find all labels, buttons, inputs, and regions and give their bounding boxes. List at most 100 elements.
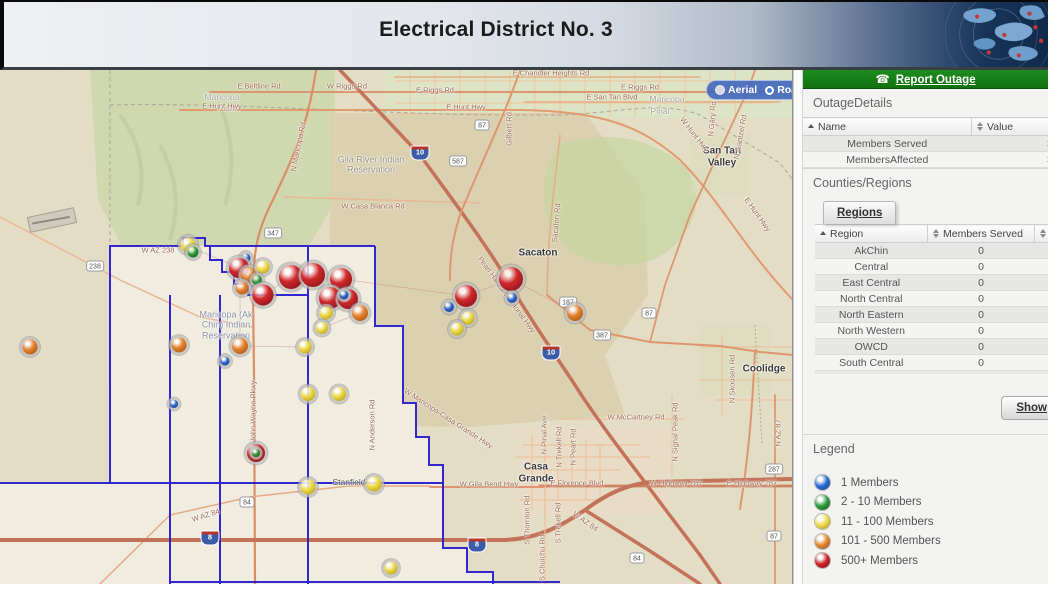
table-row[interactable]: MembersAffected334 [803, 152, 1048, 168]
outage-marker-orange[interactable] [232, 338, 248, 354]
basemap-option-aerial[interactable]: Aerial [715, 84, 757, 96]
regions-table-clip: Region Members Served Members Affected A… [815, 224, 1048, 374]
table-row[interactable]: OWCD0 [815, 339, 1048, 355]
interstate-shield: 8 [201, 531, 220, 546]
outage-marker-yellow[interactable] [451, 323, 464, 336]
route-shield: 84 [630, 553, 645, 564]
outage-marker-yellow[interactable] [316, 322, 328, 334]
legend-dot-green-icon [815, 495, 830, 510]
route-shield: 387 [593, 330, 611, 341]
radio-icon-aerial[interactable] [715, 85, 725, 95]
sort-header-members-served[interactable]: Members Served [928, 225, 1035, 243]
outage-marker-green[interactable] [252, 449, 260, 457]
outage-marker-blue[interactable] [170, 400, 178, 408]
legend-label: 2 - 10 Members [841, 496, 922, 508]
outage-marker-red[interactable] [301, 263, 325, 287]
outage-marker-yellow[interactable] [385, 562, 398, 575]
legend-item: 11 - 100 Members [815, 512, 1048, 532]
outage-marker-yellow[interactable] [301, 387, 315, 401]
counties-panel: Counties/Regions Regions Region Members … [803, 169, 1048, 435]
outage-details-rows: Members Served337MembersAffected334 [803, 136, 1048, 168]
route-shield: 287 [765, 464, 783, 475]
radio-icon-roads[interactable] [765, 86, 774, 95]
page-title: Electrical District No. 3 [4, 18, 988, 42]
report-outage-label: Report Outage [896, 74, 976, 86]
vertical-scrollbar[interactable] [793, 70, 803, 584]
outage-marker-blue[interactable] [444, 302, 454, 312]
basemap-option-roads[interactable]: Roads [765, 84, 793, 96]
legend-dot-yellow-icon [815, 514, 830, 529]
route-shield: 587 [449, 156, 467, 167]
outage-marker-orange[interactable] [352, 305, 368, 321]
outage-marker-blue[interactable] [340, 291, 349, 300]
app-window: Electrical District No. 3 [0, 0, 1048, 589]
sort-header-name[interactable]: Name [803, 118, 972, 136]
route-shield: 87 [475, 120, 490, 131]
outage-marker-yellow[interactable] [367, 477, 382, 492]
report-outage-button[interactable]: ☎Report Outage [803, 70, 1048, 89]
outage-marker-green[interactable] [188, 247, 199, 258]
table-row[interactable]: North Eastern05 [815, 307, 1048, 323]
legend-label: 1 Members [841, 477, 899, 489]
outage-marker-red[interactable] [279, 265, 303, 289]
show-button[interactable]: Show [1001, 396, 1048, 420]
legend-item: 101 - 500 Members [815, 532, 1048, 552]
sort-header-members-affected[interactable]: Members Affected [1035, 225, 1048, 243]
route-shield: 238 [86, 261, 104, 272]
tab-regions[interactable]: Regions [823, 201, 896, 224]
outage-details-panel: OutageDetails Name Value Members Served3… [803, 89, 1048, 169]
outage-marker-yellow[interactable] [301, 480, 316, 495]
legend-label: 11 - 100 Members [841, 516, 933, 528]
legend-item: 1 Members [815, 473, 1048, 493]
outage-marker-yellow[interactable] [462, 312, 475, 325]
outage-marker-red[interactable] [455, 285, 477, 307]
outage-marker-orange[interactable] [172, 338, 187, 353]
table-row[interactable]: South Central01 [815, 355, 1048, 371]
outage-details-title: OutageDetails [803, 89, 1048, 115]
table-row[interactable]: North Central023 [815, 291, 1048, 307]
interstate-shield: 8 [468, 538, 487, 553]
legend-item: 500+ Members [815, 551, 1048, 571]
route-shield: 87 [642, 308, 657, 319]
outage-marker-yellow[interactable] [299, 341, 312, 354]
outage-marker-blue[interactable] [221, 357, 230, 366]
legend-label: 101 - 500 Members [841, 535, 941, 547]
interstate-shield: 10 [411, 146, 430, 161]
legend-dot-orange-icon [815, 534, 830, 549]
basemap-roads-label: Roads [777, 84, 793, 96]
table-row[interactable]: South Eastern02 [815, 371, 1048, 375]
table-row[interactable]: AkChin04 [815, 243, 1048, 259]
outage-marker-yellow[interactable] [257, 261, 270, 274]
legend-title: Legend [803, 435, 1048, 461]
sort-header-value[interactable]: Value [972, 118, 1048, 136]
counties-title: Counties/Regions [803, 169, 1048, 195]
route-shield: 84 [240, 497, 255, 508]
outage-marker-orange[interactable] [236, 282, 249, 295]
outage-marker-red[interactable] [253, 285, 274, 306]
outage-marker-yellow[interactable] [332, 387, 346, 401]
table-row[interactable]: Members Served337 [803, 136, 1048, 152]
legend-dot-blue-icon [815, 475, 830, 490]
table-row[interactable]: East Central05 [815, 275, 1048, 291]
sort-header-region[interactable]: Region [815, 225, 928, 243]
outage-marker-yellow[interactable] [320, 307, 333, 320]
outage-details-table: Name Value Members Served337MembersAffec… [803, 117, 1048, 168]
legend-list: 1 Members 2 - 10 Members 11 - 100 Members 1… [803, 473, 1048, 571]
header: Electrical District No. 3 [0, 0, 1048, 70]
outage-marker-orange[interactable] [567, 305, 583, 321]
outage-marker-orange[interactable] [23, 340, 38, 355]
outage-marker-green[interactable] [252, 275, 262, 285]
regions-table: Region Members Served Members Affected A… [815, 224, 1048, 374]
legend-label: 500+ Members [841, 555, 918, 567]
legend-dot-red-icon [815, 553, 830, 568]
table-row[interactable]: Central05 [815, 259, 1048, 275]
legend-panel: Legend 1 Members 2 - 10 Members 11 - 100 M… [803, 435, 1048, 571]
sidebar: ☎Report Outage OutageDetails Name Value … [803, 70, 1048, 584]
basemap-aerial-label: Aerial [728, 84, 757, 96]
map[interactable]: MaricopaPinalMaricopaPinalGila River Ind… [0, 70, 793, 584]
outage-marker-blue[interactable] [507, 293, 517, 303]
basemap-toggle[interactable]: Aerial Roads [706, 80, 793, 100]
outage-marker-red[interactable] [499, 267, 523, 291]
map-graphics [0, 70, 793, 584]
table-row[interactable]: North Western05 [815, 323, 1048, 339]
